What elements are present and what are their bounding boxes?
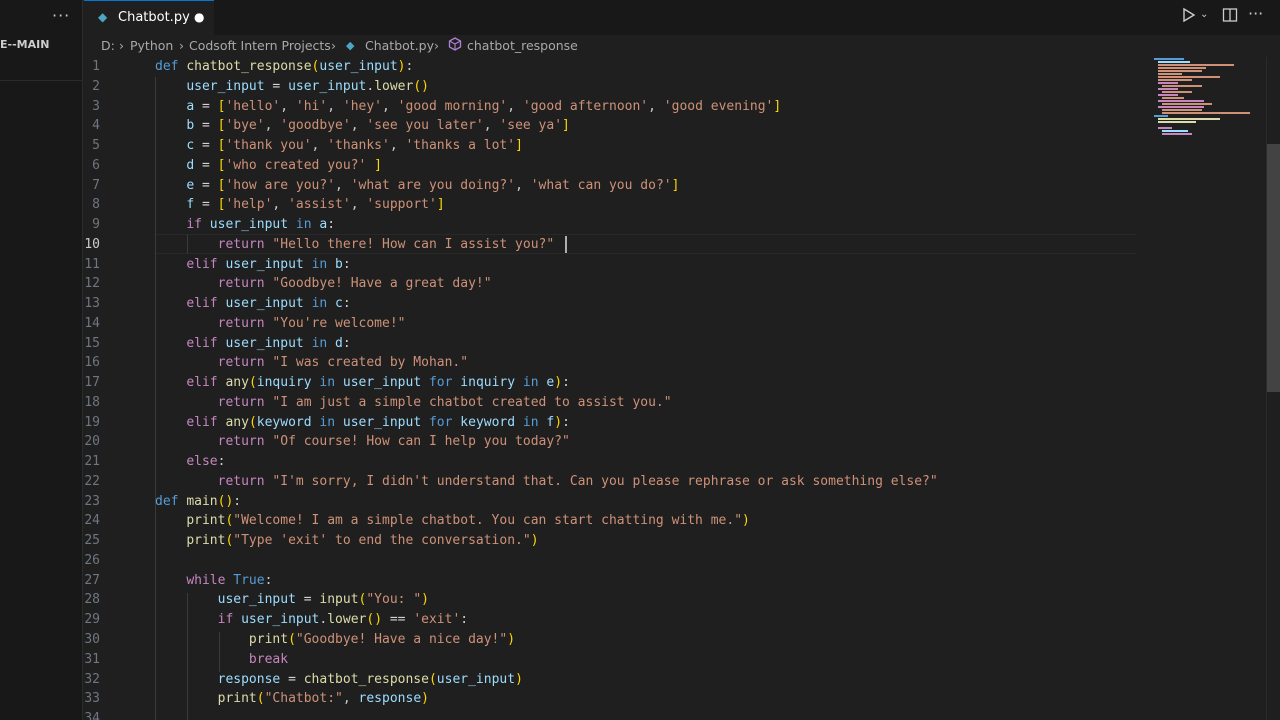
breadcrumb-item-drive[interactable]: D: bbox=[101, 38, 115, 53]
code-editor[interactable]: 1 def chatbot_response(user_input): 2 use… bbox=[84, 57, 1280, 720]
line-number: 17 bbox=[84, 375, 100, 390]
line-number: 15 bbox=[84, 336, 100, 351]
line-number: 21 bbox=[84, 454, 100, 469]
line-number: 7 bbox=[92, 178, 100, 193]
python-file-icon: ◆ bbox=[98, 10, 108, 24]
sidebar-divider bbox=[0, 80, 82, 81]
code-line: return "I was created by Mohan." bbox=[217, 355, 469, 370]
code-line: return "I am just a simple chatbot creat… bbox=[217, 395, 672, 410]
code-line: c = ['thank you', 'thanks', 'thanks a lo… bbox=[186, 138, 523, 153]
breadcrumb-item-symbol[interactable]: chatbot_response bbox=[467, 38, 578, 53]
code-line: print("Chatbot:", response) bbox=[217, 691, 429, 706]
line-number: 14 bbox=[84, 316, 100, 331]
vertical-scrollbar[interactable] bbox=[1266, 57, 1280, 720]
code-line: b = ['bye', 'goodbye', 'see you later', … bbox=[186, 118, 570, 133]
code-line: elif any(keyword in user_input for keywo… bbox=[186, 415, 570, 430]
ellipsis-icon[interactable]: ··· bbox=[52, 6, 70, 25]
line-number: 18 bbox=[84, 395, 100, 410]
code-line: while True: bbox=[186, 573, 273, 588]
line-number: 20 bbox=[84, 434, 100, 449]
tab-chatbot-py[interactable]: ◆ Chatbot.py ● bbox=[84, 0, 214, 35]
code-line: return "I'm sorry, I didn't understand t… bbox=[217, 474, 938, 489]
line-number: 30 bbox=[84, 632, 100, 647]
chevron-right-icon: › bbox=[434, 38, 439, 53]
sidebar-section-title[interactable]: E--MAIN bbox=[0, 38, 49, 51]
code-line: if user_input.lower() == 'exit': bbox=[217, 612, 469, 627]
line-number: 29 bbox=[84, 612, 100, 627]
line-number: 24 bbox=[84, 513, 100, 528]
line-number: 32 bbox=[84, 672, 100, 687]
symbol-method-icon bbox=[448, 37, 462, 54]
line-number: 34 bbox=[84, 711, 100, 720]
line-number: 6 bbox=[92, 158, 100, 173]
line-number: 22 bbox=[84, 474, 100, 489]
tab-bar: ◆ Chatbot.py ● ⌄ ··· bbox=[84, 0, 1280, 35]
code-line: f = ['help', 'assist', 'support'] bbox=[186, 197, 445, 212]
line-number: 26 bbox=[84, 553, 100, 568]
code-line: return "Of course! How can I help you to… bbox=[217, 434, 570, 449]
play-icon[interactable] bbox=[1182, 7, 1196, 27]
modified-indicator[interactable]: ● bbox=[194, 10, 204, 24]
code-line: def chatbot_response(user_input): bbox=[155, 59, 414, 74]
code-line: elif user_input in d: bbox=[186, 336, 351, 351]
code-line: response = chatbot_response(user_input) bbox=[217, 672, 523, 687]
line-number: 23 bbox=[84, 494, 100, 509]
code-line: user_input = user_input.lower() bbox=[186, 79, 429, 94]
tab-label: Chatbot.py bbox=[118, 10, 190, 25]
line-number: 31 bbox=[84, 652, 100, 667]
line-number: 12 bbox=[84, 276, 100, 291]
code-line: return "You're welcome!" bbox=[217, 316, 406, 331]
code-line: def main(): bbox=[155, 494, 242, 509]
chevron-right-icon: › bbox=[179, 38, 184, 53]
code-line: print("Welcome! I am a simple chatbot. Y… bbox=[186, 513, 750, 528]
code-line: else: bbox=[186, 454, 226, 469]
line-number: 2 bbox=[92, 79, 100, 94]
line-number: 5 bbox=[92, 138, 100, 153]
line-number: 19 bbox=[84, 415, 100, 430]
breadcrumb-item-python[interactable]: Python bbox=[130, 38, 173, 53]
text-cursor bbox=[565, 236, 567, 253]
line-number: 10 bbox=[84, 237, 100, 252]
line-number: 13 bbox=[84, 296, 100, 311]
line-number: 11 bbox=[84, 257, 100, 272]
code-line: return "Goodbye! Have a great day!" bbox=[217, 276, 492, 291]
line-number: 25 bbox=[84, 533, 100, 548]
code-line: return "Hello there! How can I assist yo… bbox=[217, 237, 555, 252]
line-number: 3 bbox=[92, 99, 100, 114]
minimap[interactable] bbox=[1150, 57, 1260, 137]
code-line: user_input = input("You: ") bbox=[217, 592, 429, 607]
code-line: d = ['who created you?' ] bbox=[186, 158, 382, 173]
line-number: 8 bbox=[92, 197, 100, 212]
code-line: a = ['hello', 'hi', 'hey', 'good morning… bbox=[186, 99, 782, 114]
code-line: print("Goodbye! Have a nice day!") bbox=[248, 632, 516, 647]
breadcrumb-item-file[interactable]: Chatbot.py bbox=[365, 38, 434, 53]
code-line: elif any(inquiry in user_input for inqui… bbox=[186, 375, 570, 390]
ellipsis-icon[interactable]: ··· bbox=[1248, 4, 1263, 23]
chevron-right-icon: › bbox=[331, 38, 336, 53]
line-number: 33 bbox=[84, 691, 100, 706]
split-editor-icon[interactable] bbox=[1222, 7, 1238, 27]
breadcrumb: D: › Python › Codsoft Intern Projects › … bbox=[84, 35, 1280, 57]
line-number: 16 bbox=[84, 355, 100, 370]
chevron-right-icon: › bbox=[119, 38, 124, 53]
code-line: e = ['how are you?', 'what are you doing… bbox=[186, 178, 680, 193]
code-line: elif user_input in c: bbox=[186, 296, 351, 311]
line-number: 28 bbox=[84, 592, 100, 607]
line-number: 1 bbox=[92, 59, 100, 74]
line-number: 27 bbox=[84, 573, 100, 588]
breadcrumb-item-folder[interactable]: Codsoft Intern Projects bbox=[189, 38, 331, 53]
line-number: 9 bbox=[92, 217, 100, 232]
chevron-down-icon[interactable]: ⌄ bbox=[1200, 9, 1208, 20]
python-file-icon: ◆ bbox=[346, 39, 355, 52]
explorer-sidebar: ··· E--MAIN bbox=[0, 0, 83, 720]
scrollbar-thumb[interactable] bbox=[1267, 144, 1280, 392]
code-line: print("Type 'exit' to end the conversati… bbox=[186, 533, 539, 548]
code-line: break bbox=[248, 652, 289, 667]
code-line: elif user_input in b: bbox=[186, 257, 351, 272]
line-number: 4 bbox=[92, 118, 100, 133]
code-line: if user_input in a: bbox=[186, 217, 336, 232]
